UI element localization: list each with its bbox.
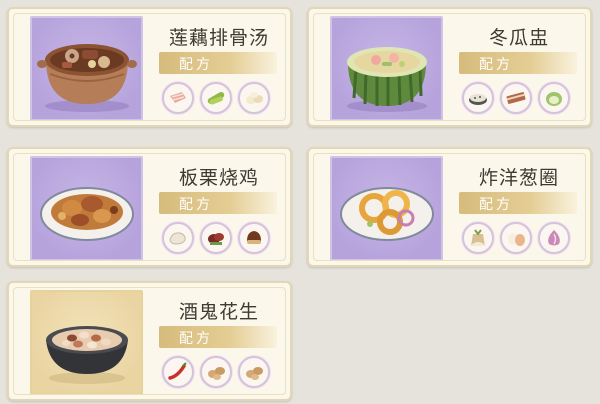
ingredient-peanut[interactable] [200, 356, 232, 388]
peanut-icon [246, 367, 263, 380]
ingredient-pork-rib[interactable] [162, 82, 194, 114]
dish-name: 板栗烧鸡 [178, 167, 259, 189]
ingredient-green-vegetable[interactable] [538, 82, 570, 114]
sesame-icon [469, 94, 487, 105]
drunken-peanuts-icon [46, 326, 128, 384]
chestnut-icon [247, 231, 261, 244]
dish-image-chestnut-chicken [30, 156, 143, 261]
onion-rings-icon [340, 187, 434, 241]
chicken-icon [169, 232, 186, 245]
flour-icon [470, 229, 486, 246]
ingredient-red-dates[interactable] [200, 222, 232, 254]
cucumber-icon [207, 92, 225, 105]
recipe-label: 配方 [179, 331, 213, 347]
green-vegetable-icon [546, 92, 562, 106]
recipe-tag: 配方 [459, 52, 577, 74]
recipe-tag: 配方 [459, 192, 577, 214]
recipe-card-drunken-peanuts[interactable]: 酒鬼花生 配方 [7, 281, 292, 401]
ingredient-bacon[interactable] [500, 82, 532, 114]
recipe-card-onion-rings[interactable]: 炸洋葱圈 配方 [307, 147, 592, 267]
dish-name: 莲藕排骨汤 [168, 27, 269, 49]
chili-icon [168, 362, 187, 380]
pork-rib-icon [170, 92, 186, 103]
recipe-label: 配方 [479, 197, 513, 213]
garlic-icon [246, 92, 263, 104]
egg-icon [508, 233, 525, 246]
winter-melon-bowl-icon [347, 47, 427, 112]
dish-image-onion-rings [330, 156, 443, 261]
dish-image-winter-melon-bowl [330, 16, 443, 121]
dish-name: 冬瓜盅 [488, 27, 549, 49]
recipe-label: 配方 [479, 57, 513, 73]
chestnut-chicken-icon [40, 187, 134, 241]
recipe-label: 配方 [179, 57, 213, 73]
ingredient-cucumber[interactable] [200, 82, 232, 114]
ingredient-egg[interactable] [500, 222, 532, 254]
dish-image-lotus-rib-soup [30, 16, 143, 121]
red-dates-icon [208, 233, 224, 245]
onion-icon [548, 230, 560, 246]
ingredient-chestnut[interactable] [238, 222, 270, 254]
ingredient-garlic[interactable] [238, 82, 270, 114]
peanut-icon [208, 367, 225, 380]
dish-image-drunken-peanuts [30, 290, 143, 395]
ingredient-chili[interactable] [162, 356, 194, 388]
recipe-card-lotus-rib-soup[interactable]: 莲藕排骨汤 配方 [7, 7, 292, 127]
ingredient-onion[interactable] [538, 222, 570, 254]
recipe-card-winter-melon-bowl[interactable]: 冬瓜盅 配方 [307, 7, 592, 127]
recipe-tag: 配方 [159, 52, 277, 74]
clay-pot-soup-icon [37, 44, 137, 112]
ingredient-flour[interactable] [462, 222, 494, 254]
dish-name: 炸洋葱圈 [478, 167, 559, 189]
recipe-card-chestnut-chicken[interactable]: 板栗烧鸡 配方 [7, 147, 292, 267]
bacon-icon [506, 92, 526, 104]
dish-name: 酒鬼花生 [178, 301, 259, 323]
recipe-tag: 配方 [159, 326, 277, 348]
ingredient-chicken[interactable] [162, 222, 194, 254]
ingredient-peanut[interactable] [238, 356, 270, 388]
ingredient-sesame[interactable] [462, 82, 494, 114]
recipe-label: 配方 [179, 197, 213, 213]
recipe-tag: 配方 [159, 192, 277, 214]
